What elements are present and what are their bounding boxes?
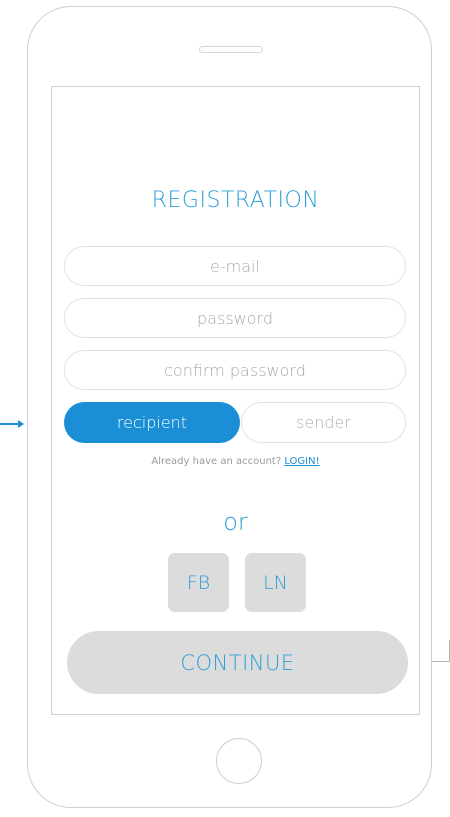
flow-arrow-in [0,420,24,428]
phone-screen [51,86,420,715]
account-prompt: Already have an account? LOGIN! [51,456,420,467]
or-divider: or [223,508,248,536]
confirm-password-field[interactable]: confirm password [64,350,406,390]
recipient-toggle-button[interactable]: recipient [64,402,240,443]
page-title: REGISTRATION [151,188,320,213]
linkedin-label: LN [263,571,288,594]
login-link[interactable]: LOGIN! [284,456,319,467]
wireframe-canvas: REGISTRATION e-mail password confirm pas… [0,0,450,817]
password-placeholder: password [197,308,273,328]
email-field[interactable]: e-mail [64,246,406,286]
linkedin-login-button[interactable]: LN [245,553,306,612]
sender-toggle-button[interactable]: sender [241,402,406,443]
facebook-label: FB [186,571,211,594]
phone-speaker [199,46,263,53]
continue-label: CONTINUE [180,650,295,675]
password-field[interactable]: password [64,298,406,338]
account-prompt-text: Already have an account? [151,456,285,467]
continue-button[interactable]: CONTINUE [67,631,408,694]
email-placeholder: e-mail [210,256,260,276]
facebook-login-button[interactable]: FB [168,553,229,612]
recipient-label: recipient [116,413,188,432]
sender-label: sender [296,413,351,432]
confirm-password-placeholder: confirm password [164,360,306,380]
phone-home-button[interactable] [216,738,262,784]
